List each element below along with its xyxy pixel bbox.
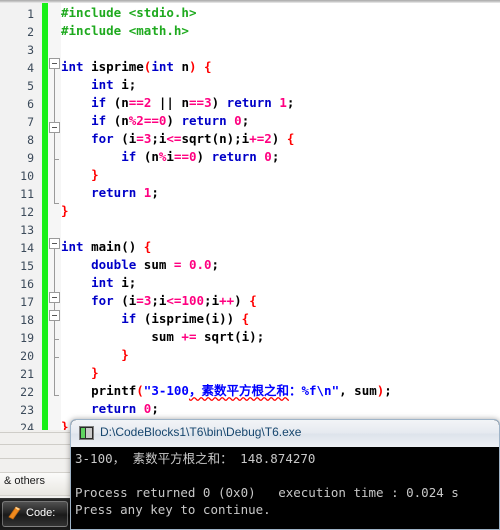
- code-line: }: [0, 346, 500, 364]
- code-text[interactable]: if (isprime(i)) {: [61, 310, 249, 328]
- code-line: int isprime(int n) {: [0, 58, 500, 76]
- code-line: #include <stdio.h>: [0, 4, 500, 22]
- code-line: for (i=3;i<=100;i++) {: [0, 292, 500, 310]
- code-text[interactable]: if (n%i==0) return 0;: [61, 148, 279, 166]
- code-line: for (i=3;i<=sqrt(n);i+=2) {: [0, 130, 500, 148]
- code-text[interactable]: int i;: [61, 76, 136, 94]
- console-line: Process returned 0 (0x0) execution time …: [75, 485, 459, 500]
- console-titlebar[interactable]: D:\CodeBlocks1\T6\bin\Debug\T6.exe: [71, 420, 499, 448]
- code-text[interactable]: }: [61, 202, 69, 220]
- code-text[interactable]: #include <math.h>: [61, 22, 189, 40]
- taskbar-app-label[interactable]: Code:: [26, 507, 55, 519]
- codeblocks-icon: [7, 506, 22, 521]
- code-line: return 0;: [0, 400, 500, 418]
- code-line: return 1;: [0, 184, 500, 202]
- code-text[interactable]: double sum = 0.0;: [61, 256, 219, 274]
- code-line: }: [0, 166, 500, 184]
- code-text[interactable]: #include <stdio.h>: [61, 4, 196, 22]
- code-text[interactable]: if (n==2 || n==3) return 1;: [61, 94, 294, 112]
- code-line: if (isprime(i)) {: [0, 310, 500, 328]
- code-text[interactable]: return 1;: [61, 184, 159, 202]
- code-text[interactable]: }: [61, 418, 69, 430]
- code-text[interactable]: }: [61, 346, 129, 364]
- code-text[interactable]: sum += sqrt(i);: [61, 328, 264, 346]
- code-editor-pane[interactable]: 1 2 3 4 5 6 7 8 9 10 11 12 13 14 15 16 1…: [0, 0, 500, 430]
- code-line: if (n==2 || n==3) return 1;: [0, 94, 500, 112]
- ide-screenshot: 1 2 3 4 5 6 7 8 9 10 11 12 13 14 15 16 1…: [0, 0, 500, 530]
- code-text[interactable]: if (n%2==0) return 0;: [61, 112, 249, 130]
- console-output-area[interactable]: 3-100， 素数平方根之和： 148.874270 Process retur…: [71, 447, 499, 529]
- code-line: }: [0, 202, 500, 220]
- code-line: int i;: [0, 274, 500, 292]
- code-line: sum += sqrt(i);: [0, 328, 500, 346]
- logs-tab-label[interactable]: & others: [4, 475, 45, 487]
- console-window[interactable]: D:\CodeBlocks1\T6\bin\Debug\T6.exe 3-100…: [70, 419, 500, 530]
- code-text[interactable]: printf("3-100，素数平方根之和：%f\n", sum);: [61, 382, 392, 400]
- code-text[interactable]: int isprime(int n) {: [61, 58, 212, 76]
- code-line-column[interactable]: #include <stdio.h> #include <math.h> int…: [0, 4, 500, 430]
- code-text[interactable]: int main() {: [61, 238, 151, 256]
- console-window-icon: [79, 426, 94, 440]
- code-line: double sum = 0.0;: [0, 256, 500, 274]
- code-line: if (n%2==0) return 0;: [0, 112, 500, 130]
- code-text[interactable]: return 0;: [61, 400, 159, 418]
- code-line: printf("3-100，素数平方根之和：%f\n", sum);: [0, 382, 500, 400]
- code-line: int i;: [0, 76, 500, 94]
- code-line: if (n%i==0) return 0;: [0, 148, 500, 166]
- code-line: }: [0, 364, 500, 382]
- console-line: 3-100， 素数平方根之和： 148.874270: [75, 451, 316, 466]
- code-line: int main() {: [0, 238, 500, 256]
- console-line: Press any key to continue.: [75, 502, 271, 517]
- code-text[interactable]: }: [61, 364, 99, 382]
- code-text[interactable]: int i;: [61, 274, 136, 292]
- code-text[interactable]: }: [61, 166, 99, 184]
- console-title-text: D:\CodeBlocks1\T6\bin\Debug\T6.exe: [100, 425, 302, 439]
- code-text[interactable]: for (i=3;i<=100;i++) {: [61, 292, 257, 310]
- code-text[interactable]: for (i=3;i<=sqrt(n);i+=2) {: [61, 130, 294, 148]
- code-line: #include <math.h>: [0, 22, 500, 40]
